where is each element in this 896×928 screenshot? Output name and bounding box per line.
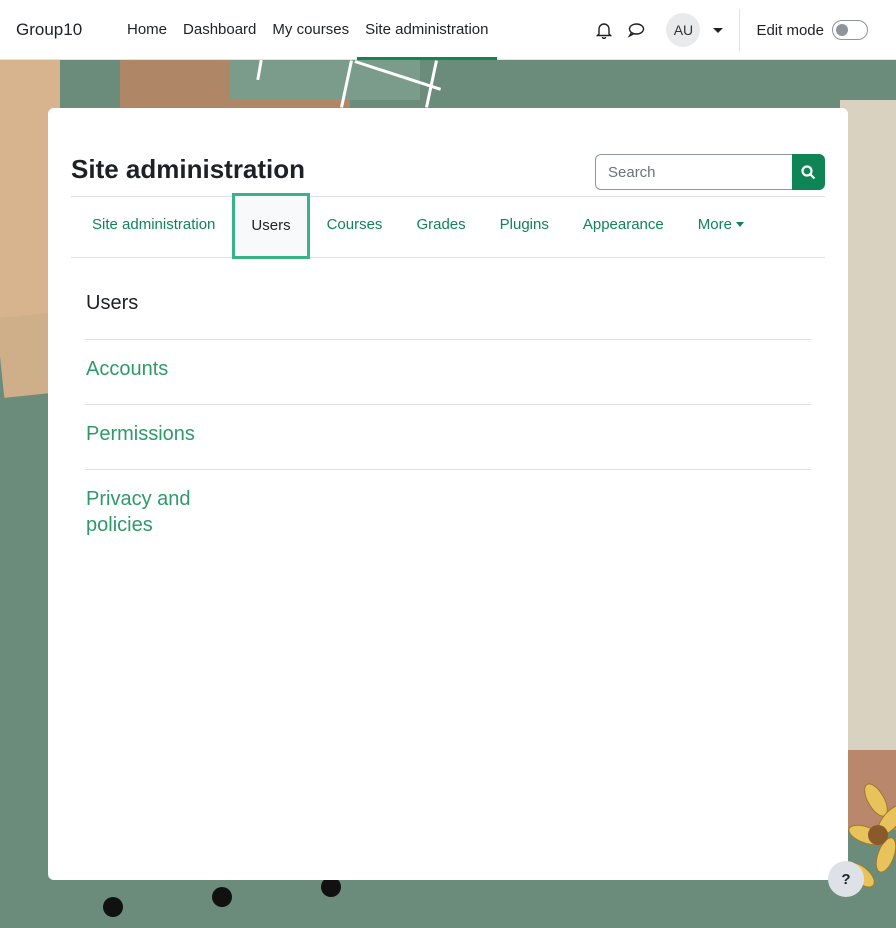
tab-users[interactable]: Users — [232, 193, 310, 259]
user-menu-chevron-down-icon[interactable] — [713, 27, 724, 33]
navbar-divider — [739, 9, 741, 51]
decorative-dot — [103, 897, 123, 917]
toggle-knob — [836, 24, 848, 36]
admin-search — [595, 154, 825, 190]
notifications-bell-icon[interactable] — [588, 14, 620, 46]
navbar-user-area: AU Edit mode — [588, 0, 896, 60]
edit-mode-toggle[interactable] — [832, 20, 868, 40]
user-avatar[interactable]: AU — [666, 13, 701, 47]
decorative-dot — [321, 877, 341, 897]
tab-grades[interactable]: Grades — [399, 196, 482, 258]
edit-mode-label: Edit mode — [756, 21, 824, 39]
top-navbar: Group10 Home Dashboard My courses Site a… — [0, 0, 896, 60]
section-link-privacy-and-policies[interactable]: Privacy and policies — [85, 470, 225, 554]
main-content-card: Site administration Site administration … — [48, 108, 848, 880]
section-link-permissions[interactable]: Permissions — [85, 405, 811, 470]
nav-my-courses[interactable]: My courses — [264, 0, 357, 60]
search-input[interactable] — [595, 154, 792, 190]
nav-dashboard[interactable]: Dashboard — [175, 0, 264, 60]
tab-appearance[interactable]: Appearance — [566, 196, 681, 258]
tab-more[interactable]: More — [681, 196, 761, 258]
site-brand[interactable]: Group10 — [16, 20, 119, 40]
help-button[interactable]: ? — [828, 861, 864, 897]
admin-tabs: Site administration Users Courses Grades… — [71, 193, 825, 259]
messages-chat-icon[interactable] — [620, 14, 652, 46]
decorative-dot — [212, 887, 232, 907]
users-section-list: Users Accounts Permissions Privacy and p… — [85, 268, 811, 554]
search-icon — [801, 164, 816, 179]
tab-more-label: More — [697, 216, 732, 233]
chevron-down-icon — [735, 221, 744, 227]
nav-home[interactable]: Home — [119, 0, 175, 60]
page-title: Site administration — [71, 154, 306, 184]
tab-courses[interactable]: Courses — [310, 196, 400, 258]
background-paper — [840, 100, 896, 790]
section-link-accounts[interactable]: Accounts — [85, 340, 811, 405]
section-heading-users: Users — [85, 268, 811, 340]
tab-site-administration[interactable]: Site administration — [71, 196, 232, 258]
nav-site-administration[interactable]: Site administration — [357, 0, 497, 60]
tab-plugins[interactable]: Plugins — [483, 196, 566, 258]
search-button[interactable] — [792, 154, 825, 190]
